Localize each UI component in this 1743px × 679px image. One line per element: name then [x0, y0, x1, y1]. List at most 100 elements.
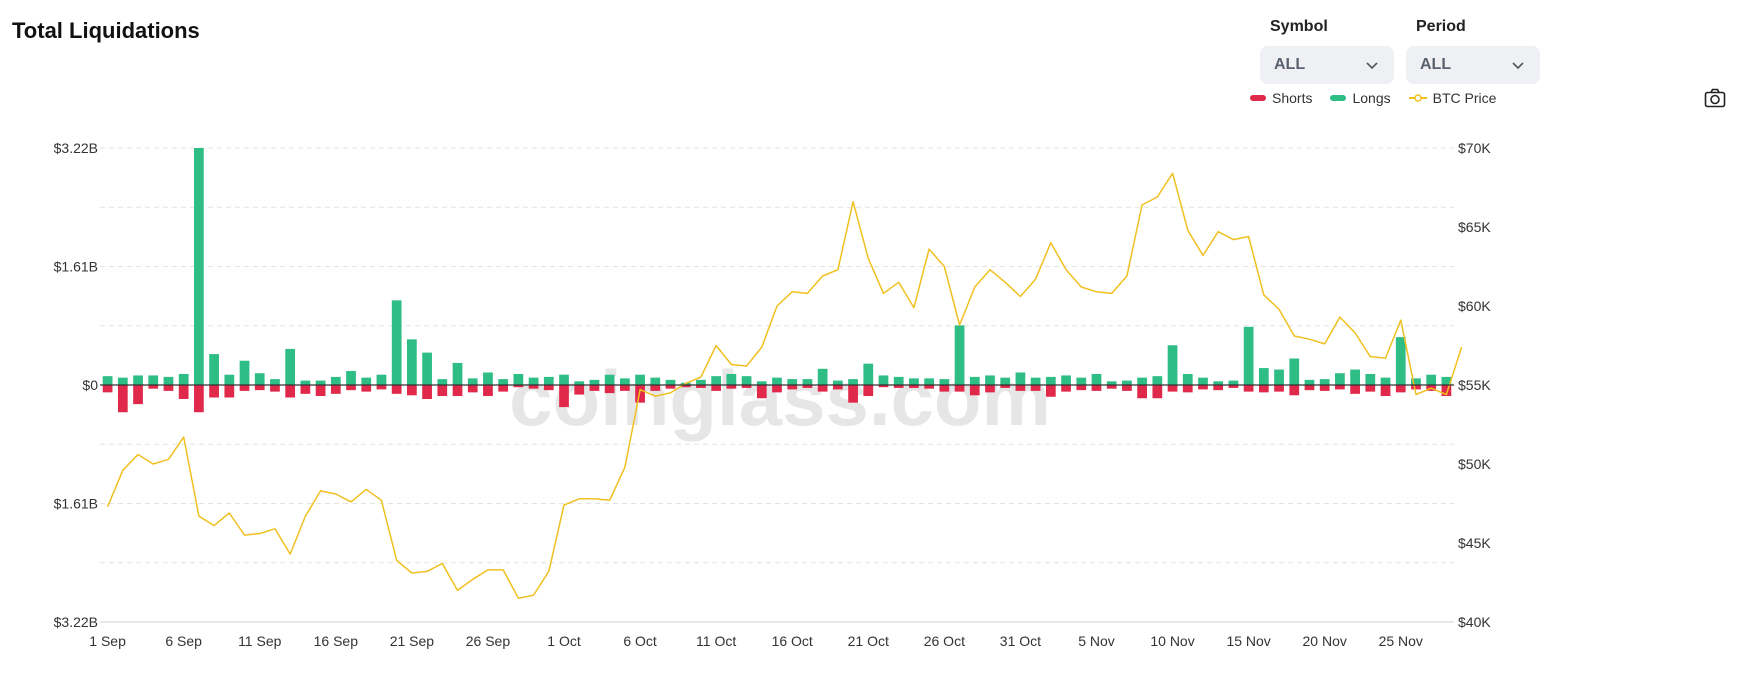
shorts-bar[interactable]	[863, 385, 874, 397]
shorts-bar[interactable]	[1213, 385, 1224, 391]
shorts-bar[interactable]	[376, 385, 387, 390]
shorts-bar[interactable]	[604, 385, 615, 394]
longs-bar[interactable]	[422, 352, 432, 385]
shorts-bar[interactable]	[969, 385, 980, 396]
longs-bar[interactable]	[604, 374, 615, 385]
longs-bar[interactable]	[346, 371, 356, 385]
shorts-bar[interactable]	[178, 385, 189, 399]
longs-bar[interactable]	[270, 379, 280, 385]
shorts-bar[interactable]	[1137, 385, 1147, 399]
longs-bar[interactable]	[939, 379, 950, 385]
longs-bar[interactable]	[650, 377, 661, 385]
longs-bar[interactable]	[117, 377, 128, 385]
longs-bar[interactable]	[711, 376, 722, 385]
longs-bar[interactable]	[102, 376, 113, 385]
shorts-bar[interactable]	[1076, 385, 1087, 391]
longs-bar[interactable]	[239, 360, 250, 385]
longs-bar[interactable]	[513, 373, 524, 385]
longs-bar[interactable]	[726, 373, 737, 385]
shorts-bar[interactable]	[985, 385, 995, 393]
longs-bar[interactable]	[452, 362, 463, 385]
shorts-bar[interactable]	[1015, 385, 1026, 391]
shorts-bar[interactable]	[1182, 385, 1193, 393]
longs-bar[interactable]	[528, 377, 539, 385]
longs-bar[interactable]	[1000, 377, 1011, 385]
longs-bar[interactable]	[1426, 374, 1437, 385]
longs-bar[interactable]	[1274, 369, 1284, 385]
shorts-bar[interactable]	[848, 385, 858, 403]
shorts-bar[interactable]	[270, 385, 280, 392]
longs-bar[interactable]	[209, 354, 219, 385]
shorts-bar[interactable]	[1380, 385, 1391, 397]
shorts-bar[interactable]	[1395, 385, 1406, 393]
shorts-bar[interactable]	[117, 385, 128, 413]
shorts-bar[interactable]	[954, 385, 965, 392]
shorts-bar[interactable]	[1289, 385, 1300, 396]
shorts-bar[interactable]	[1198, 385, 1208, 390]
longs-bar[interactable]	[1243, 326, 1254, 385]
shorts-bar[interactable]	[711, 385, 722, 391]
longs-bar[interactable]	[1045, 376, 1056, 385]
longs-bar[interactable]	[1289, 358, 1300, 385]
shorts-bar[interactable]	[300, 385, 311, 394]
shorts-bar[interactable]	[1274, 385, 1284, 392]
longs-bar[interactable]	[954, 325, 965, 385]
longs-bar[interactable]	[1380, 377, 1391, 385]
shorts-bar[interactable]	[498, 385, 509, 392]
longs-bar[interactable]	[194, 148, 204, 385]
longs-bar[interactable]	[1137, 377, 1147, 385]
shorts-bar[interactable]	[1319, 385, 1330, 391]
shorts-bar[interactable]	[422, 385, 432, 399]
shorts-bar[interactable]	[102, 385, 113, 393]
longs-bar[interactable]	[1091, 373, 1102, 385]
shorts-bar[interactable]	[285, 385, 296, 398]
shorts-bar[interactable]	[543, 385, 554, 391]
longs-bar[interactable]	[361, 377, 372, 385]
longs-bar[interactable]	[300, 380, 311, 385]
shorts-bar[interactable]	[209, 385, 219, 398]
shorts-bar[interactable]	[1045, 385, 1056, 397]
shorts-bar[interactable]	[787, 385, 798, 390]
shorts-bar[interactable]	[407, 385, 417, 396]
longs-bar[interactable]	[772, 377, 782, 385]
longs-bar[interactable]	[1258, 368, 1269, 385]
shorts-bar[interactable]	[1122, 385, 1132, 391]
longs-bar[interactable]	[376, 374, 387, 385]
shorts-bar[interactable]	[817, 385, 828, 392]
longs-bar[interactable]	[178, 373, 189, 385]
shorts-bar[interactable]	[346, 385, 356, 391]
longs-bar[interactable]	[619, 378, 630, 385]
longs-bar[interactable]	[589, 379, 600, 385]
longs-bar[interactable]	[559, 374, 569, 385]
shorts-bar[interactable]	[756, 385, 767, 399]
shorts-bar[interactable]	[1091, 385, 1102, 391]
shorts-bar[interactable]	[467, 385, 478, 393]
shorts-bar[interactable]	[254, 385, 265, 391]
shorts-bar[interactable]	[772, 385, 782, 393]
longs-bar[interactable]	[1015, 372, 1026, 385]
longs-bar[interactable]	[969, 376, 980, 385]
longs-bar[interactable]	[148, 375, 159, 385]
longs-bar[interactable]	[878, 375, 889, 385]
longs-bar[interactable]	[483, 372, 493, 385]
longs-bar[interactable]	[315, 380, 326, 385]
longs-bar[interactable]	[254, 373, 265, 385]
shorts-bar[interactable]	[1243, 385, 1254, 392]
longs-bar[interactable]	[665, 379, 676, 385]
longs-bar[interactable]	[1167, 345, 1178, 385]
longs-bar[interactable]	[1319, 379, 1330, 385]
longs-bar[interactable]	[817, 368, 828, 385]
longs-bar[interactable]	[1365, 373, 1376, 385]
shorts-bar[interactable]	[1061, 385, 1071, 392]
longs-bar[interactable]	[407, 339, 417, 385]
shorts-bar[interactable]	[1350, 385, 1360, 394]
longs-bar[interactable]	[832, 380, 843, 385]
longs-bar[interactable]	[787, 379, 798, 385]
longs-bar[interactable]	[224, 374, 235, 385]
longs-bar[interactable]	[1122, 380, 1132, 385]
longs-bar[interactable]	[848, 379, 858, 385]
longs-bar[interactable]	[1198, 377, 1208, 385]
longs-bar[interactable]	[285, 348, 296, 385]
longs-bar[interactable]	[1395, 337, 1406, 385]
shorts-bar[interactable]	[1167, 385, 1178, 392]
